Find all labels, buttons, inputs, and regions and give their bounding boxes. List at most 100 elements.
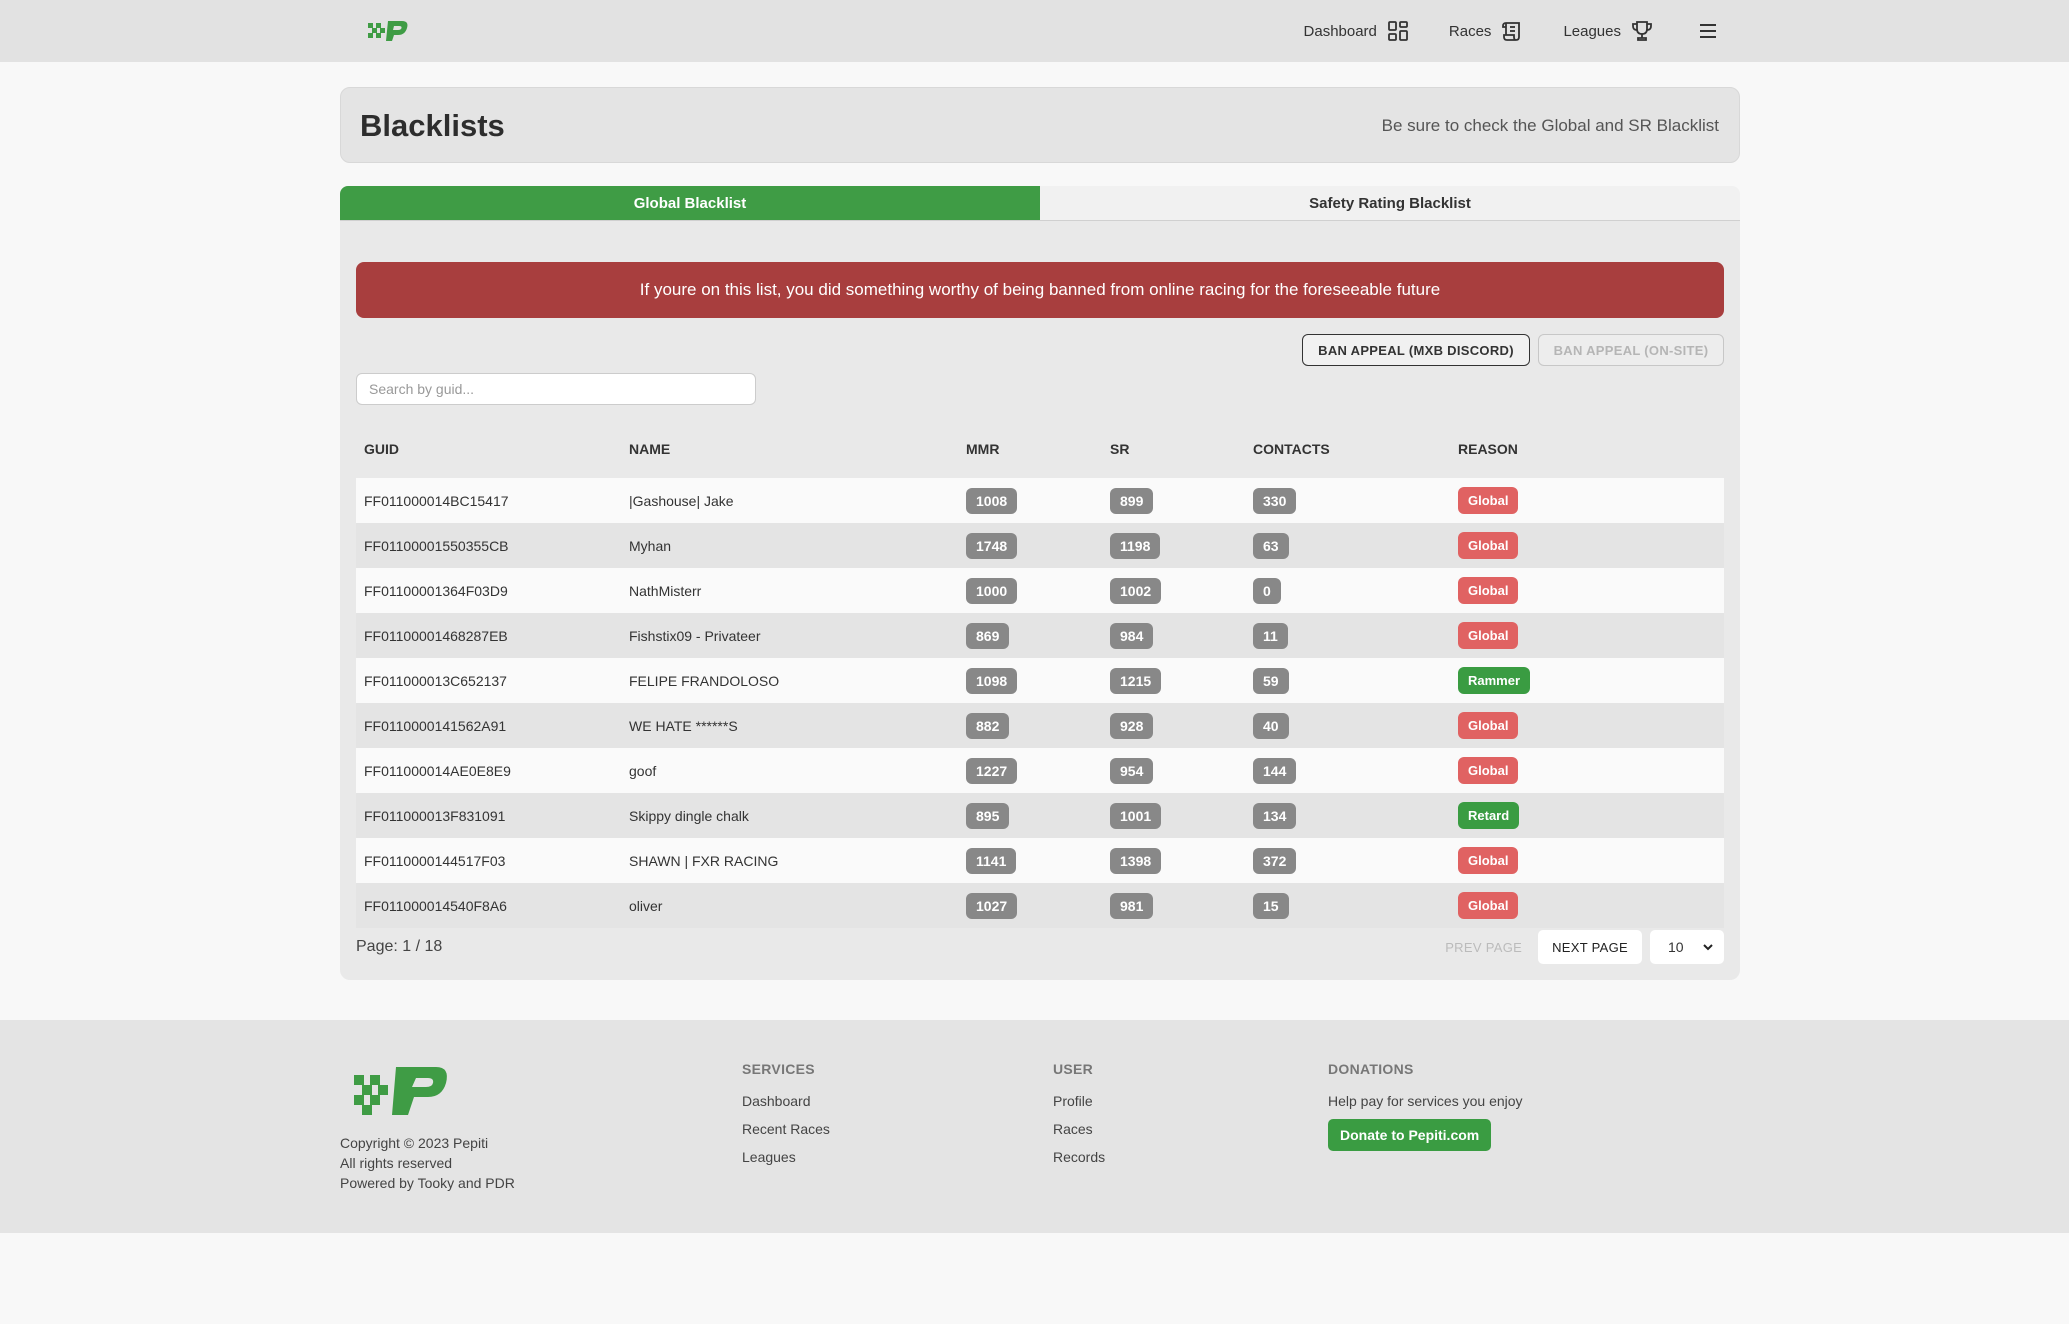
name-cell: Fishstix09 - Privateer: [621, 613, 958, 658]
contacts-badge: 59: [1253, 667, 1289, 694]
reason-cell: Global: [1450, 478, 1724, 523]
mmr-cell: 1227: [958, 748, 1102, 793]
footer-link-profile[interactable]: Profile: [1053, 1093, 1105, 1109]
table-row[interactable]: FF011000013C652137 FELIPE FRANDOLOSO 109…: [356, 658, 1724, 703]
sr-cell: 1215: [1102, 658, 1245, 703]
footer-link-dashboard[interactable]: Dashboard: [742, 1093, 830, 1109]
table-row[interactable]: FF01100001364F03D9 NathMisterr 1000 1002…: [356, 568, 1724, 613]
nav-dashboard-label: Dashboard: [1303, 22, 1377, 40]
reason-cell: Retard: [1450, 793, 1724, 838]
footer-user-title: USER: [1053, 1061, 1094, 1077]
contacts-badge: 134: [1253, 802, 1297, 829]
mmr-badge: 1227: [966, 757, 1018, 784]
footer-link-records[interactable]: Records: [1053, 1149, 1105, 1165]
table-row[interactable]: FF01100001468287EB Fishstix09 - Privatee…: [356, 613, 1724, 658]
table-row[interactable]: FF011000014540F8A6 oliver 1027 981 15 Gl…: [356, 883, 1724, 928]
column-header-mmr[interactable]: MMR: [958, 420, 1102, 478]
column-header-sr[interactable]: SR: [1102, 420, 1245, 478]
name-cell: Myhan: [621, 523, 958, 568]
tab-safety-rating-blacklist[interactable]: Safety Rating Blacklist: [1040, 186, 1740, 220]
guid-cell: FF01100001550355CB: [356, 523, 621, 568]
footer-donations: DONATIONS Help pay for services you enjo…: [1328, 1061, 1523, 1151]
ban-appeal-discord-button[interactable]: BAN APPEAL (MXB DISCORD): [1302, 334, 1530, 366]
reason-cell: Global: [1450, 523, 1724, 568]
scroll-icon: [1502, 22, 1521, 41]
reason-tag: Retard: [1458, 802, 1520, 829]
name-cell: goof: [621, 748, 958, 793]
mmr-badge: 882: [966, 712, 1010, 739]
name-cell: oliver: [621, 883, 958, 928]
mmr-cell: 1027: [958, 883, 1102, 928]
contacts-badge: 330: [1253, 487, 1297, 514]
sr-badge: 984: [1110, 622, 1154, 649]
guid-cell: FF011000014AE0E8E9: [356, 748, 621, 793]
table-row[interactable]: FF011000014AE0E8E9 goof 1227 954 144 Glo…: [356, 748, 1724, 793]
contacts-cell: 330: [1245, 478, 1450, 523]
footer-services-title: SERVICES: [742, 1061, 815, 1077]
tab-global-blacklist[interactable]: Global Blacklist: [340, 186, 1040, 220]
nav-dashboard[interactable]: Dashboard: [1304, 20, 1409, 42]
reason-tag: Global: [1458, 622, 1519, 649]
footer-link-leagues[interactable]: Leagues: [742, 1149, 830, 1165]
nav-races[interactable]: Races: [1449, 20, 1524, 42]
page-size-select[interactable]: 10: [1650, 930, 1724, 964]
sr-cell: 981: [1102, 883, 1245, 928]
mmr-badge: 1098: [966, 667, 1018, 694]
column-header-reason[interactable]: REASON: [1450, 420, 1724, 478]
guid-search-input[interactable]: [356, 373, 756, 405]
mmr-badge: 1027: [966, 892, 1018, 919]
column-header-contacts[interactable]: CONTACTS: [1245, 420, 1450, 478]
footer-link-races[interactable]: Races: [1053, 1121, 1105, 1137]
guid-cell: FF0110000141562A91: [356, 703, 621, 748]
pepiti-logo-icon[interactable]: [366, 17, 410, 45]
mmr-badge: 1008: [966, 487, 1018, 514]
page-size-value: 10: [1668, 939, 1684, 955]
table-row[interactable]: FF0110000144517F03 SHAWN | FXR RACING 11…: [356, 838, 1724, 883]
sr-badge: 928: [1110, 712, 1154, 739]
table-row[interactable]: FF011000013F831091 Skippy dingle chalk 8…: [356, 793, 1724, 838]
mmr-badge: 1141: [966, 847, 1017, 874]
site-footer: Copyright © 2023 Pepiti All rights reser…: [0, 1020, 2069, 1233]
mmr-badge: 1000: [966, 577, 1018, 604]
ban-appeal-onsite-button[interactable]: BAN APPEAL (ON-SITE): [1538, 334, 1724, 366]
donations-text: Help pay for services you enjoy: [1328, 1093, 1523, 1109]
prev-page-button[interactable]: PREV PAGE: [1437, 940, 1530, 955]
page-header-card: Blacklists Be sure to check the Global a…: [340, 87, 1740, 163]
guid-cell: FF011000013F831091: [356, 793, 621, 838]
sr-cell: 1001: [1102, 793, 1245, 838]
mmr-cell: 1098: [958, 658, 1102, 703]
blacklist-tabs: Global Blacklist Safety Rating Blacklist: [340, 186, 1740, 221]
contacts-badge: 372: [1253, 847, 1297, 874]
name-cell: FELIPE FRANDOLOSO: [621, 658, 958, 703]
mmr-cell: 882: [958, 703, 1102, 748]
reason-tag: Global: [1458, 487, 1519, 514]
sr-cell: 1002: [1102, 568, 1245, 613]
next-page-button[interactable]: NEXT PAGE: [1538, 930, 1642, 964]
contacts-badge: 63: [1253, 532, 1289, 559]
table-row[interactable]: FF011000014BC15417 |Gashouse| Jake 1008 …: [356, 478, 1724, 523]
contacts-cell: 0: [1245, 568, 1450, 613]
column-header-guid[interactable]: GUID: [356, 420, 621, 478]
nav-leagues-label: Leagues: [1563, 22, 1621, 40]
sr-badge: 1198: [1110, 532, 1161, 559]
column-header-name[interactable]: NAME: [621, 420, 958, 478]
table-row[interactable]: FF0110000141562A91 WE HATE ******S 882 9…: [356, 703, 1724, 748]
reason-cell: Global: [1450, 613, 1724, 658]
main-nav: Dashboard Races Leagues: [1264, 0, 1719, 62]
contacts-badge: 40: [1253, 712, 1289, 739]
table-row[interactable]: FF01100001550355CB Myhan 1748 1198 63 Gl…: [356, 523, 1724, 568]
footer-services: SERVICES Dashboard Recent Races Leagues: [742, 1061, 830, 1177]
footer-donations-title: DONATIONS: [1328, 1061, 1414, 1077]
donate-button[interactable]: Donate to Pepiti.com: [1328, 1119, 1492, 1151]
contacts-cell: 63: [1245, 523, 1450, 568]
name-cell: Skippy dingle chalk: [621, 793, 958, 838]
powered-by-text: Powered by Tooky and PDR: [340, 1175, 515, 1191]
page-title: Blacklists: [360, 108, 505, 143]
reason-cell: Global: [1450, 748, 1724, 793]
mmr-cell: 1141: [958, 838, 1102, 883]
footer-link-recent-races[interactable]: Recent Races: [742, 1121, 830, 1137]
name-cell: WE HATE ******S: [621, 703, 958, 748]
hamburger-menu-icon[interactable]: [1697, 20, 1719, 42]
nav-leagues[interactable]: Leagues: [1563, 20, 1653, 42]
contacts-badge: 144: [1253, 757, 1297, 784]
